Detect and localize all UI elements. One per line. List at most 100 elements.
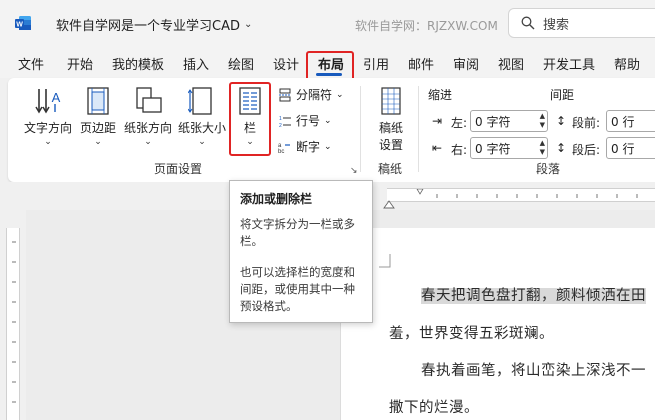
text-direction-button[interactable]: A 文字方向 ⌄ <box>20 86 76 147</box>
chevron-down-icon: ⌄ <box>198 137 206 147</box>
document-title[interactable]: 软件自学网是一个专业学习CAD ⌄ <box>56 15 252 34</box>
chevron-down-icon: ⌄ <box>243 19 253 30</box>
tab-developer[interactable]: 开发工具 <box>543 54 595 73</box>
manuscript-group-label: 稿纸 <box>378 162 403 176</box>
columns-button[interactable]: 栏 ⌄ <box>232 86 268 147</box>
spinner-arrows-icon[interactable]: ▲ ▼ <box>540 112 545 130</box>
orientation-button[interactable]: 纸张方向 ⌄ <box>120 86 176 147</box>
tab-home[interactable]: 开始 <box>67 54 93 73</box>
manuscript-icon <box>381 87 401 115</box>
text-direction-icon: A <box>35 89 61 114</box>
line-numbers-button[interactable]: 1 2 行号 ⌄ <box>278 112 332 129</box>
tab-mailings[interactable]: 邮件 <box>408 54 434 73</box>
paragraph-line[interactable]: 羞，世界变得五彩斑斓。 <box>389 322 554 343</box>
indent-right-input[interactable]: 0 字符 ▲ ▼ <box>470 137 548 159</box>
search-placeholder: 搜索 <box>543 17 570 33</box>
indent-right-value: 0 字符 <box>475 141 511 156</box>
chevron-down-icon: ⌄ <box>324 141 332 152</box>
spacing-before-icon: ↕ <box>556 114 567 128</box>
size-button[interactable]: 纸张大小 ⌄ <box>174 86 230 147</box>
hyphenation-label: 断字 <box>296 140 321 154</box>
chevron-down-icon: ⌄ <box>324 115 332 126</box>
spacing-before-label: 段前: <box>572 116 601 130</box>
indent-right-icon: ⇤ <box>432 141 443 155</box>
columns-label: 栏 <box>243 121 256 135</box>
tab-my-templates[interactable]: 我的模板 <box>112 54 164 73</box>
paper-size-icon <box>188 87 212 115</box>
indent-left-label: 左: <box>451 116 468 130</box>
tooltip-spacer <box>240 250 362 264</box>
indent-left-input[interactable]: 0 字符 ▲ ▼ <box>470 110 548 132</box>
size-label: 纸张大小 <box>177 121 226 135</box>
word-icon[interactable]: W <box>14 14 32 32</box>
margins-icon <box>87 87 109 115</box>
tab-help[interactable]: 帮助 <box>614 54 640 73</box>
margins-label: 页边距 <box>79 121 116 135</box>
margins-button[interactable]: 页边距 ⌄ <box>76 86 120 147</box>
active-tab-indicator <box>316 73 342 76</box>
spacing-header: 间距 <box>550 88 575 102</box>
selected-text[interactable]: 春天把调色盘打翻，颜料倾洒在田 <box>421 288 646 304</box>
chevron-down-icon: ⌄ <box>336 89 344 100</box>
ruler-ticks-icon <box>12 241 16 403</box>
dialog-launcher-icon[interactable]: ↘ <box>350 166 358 176</box>
spacing-after-value: 0 行 <box>611 141 635 156</box>
group-divider <box>360 86 361 172</box>
search-input[interactable]: 搜索 <box>508 8 655 38</box>
spacing-before-value: 0 行 <box>611 114 635 129</box>
group-divider <box>418 86 419 172</box>
tab-review[interactable]: 审阅 <box>453 54 479 73</box>
indent-header: 缩进 <box>428 88 453 102</box>
tab-layout[interactable]: 布局 <box>318 54 344 73</box>
tab-view[interactable]: 视图 <box>498 54 524 73</box>
page-setup-group-label: 页面设置 <box>154 162 203 176</box>
tooltip-description: 将文字拆分为一栏或多栏。 <box>240 217 355 248</box>
svg-text:W: W <box>16 21 23 28</box>
svg-text:1: 1 <box>279 116 282 122</box>
spacing-before-input[interactable]: 0 行 <box>606 110 655 132</box>
tab-file[interactable]: 文件 <box>18 54 44 73</box>
vertical-ruler[interactable] <box>6 228 20 420</box>
title-bar: W 软件自学网是一个专业学习CAD ⌄ 软件自学网：RJZXW.COM 搜索 <box>0 0 655 46</box>
paragraph-line[interactable]: 撒下的烂漫。 <box>389 396 479 417</box>
document-page[interactable]: 春天把调色盘打翻，颜料倾洒在田 羞，世界变得五彩斑斓。 春执着画笔，将山峦染上深… <box>340 228 655 420</box>
breaks-button[interactable]: 分隔符 ⌄ <box>278 86 344 103</box>
text-direction-label: 文字方向 <box>23 121 72 135</box>
chevron-down-icon: ⌄ <box>246 137 254 147</box>
columns-tooltip: 添加或删除栏 将文字拆分为一栏或多栏。 也可以选择栏的宽度和间距，或使用其中一种… <box>229 180 373 323</box>
tab-design[interactable]: 设计 <box>273 54 299 73</box>
horizontal-ruler[interactable] <box>387 188 655 202</box>
spinner-arrows-icon[interactable]: ▲ ▼ <box>540 139 545 157</box>
tab-insert[interactable]: 插入 <box>183 54 209 73</box>
manuscript-label-line2: 设置 <box>378 138 403 152</box>
chevron-down-icon: ⌄ <box>44 137 52 147</box>
spacing-after-input[interactable]: 0 行 <box>606 137 655 159</box>
ruler-ticks-icon <box>416 188 638 198</box>
chevron-down-icon: ⌄ <box>144 137 152 147</box>
orientation-label: 纸张方向 <box>123 121 172 135</box>
tooltip-title: 添加或删除栏 <box>240 192 313 206</box>
chevron-down-icon: ⌄ <box>94 137 102 147</box>
page-break-icon <box>279 88 291 101</box>
line-numbers-label: 行号 <box>296 114 321 128</box>
breaks-label: 分隔符 <box>296 88 333 102</box>
spacing-after-label: 段后: <box>572 143 601 157</box>
tooltip-description-extra: 也可以选择栏的宽度和间距，或使用其中一种预设格式。 <box>240 265 355 313</box>
indent-marker-icon[interactable] <box>382 196 396 210</box>
spacing-after-icon: ↕ <box>556 141 567 155</box>
tab-references[interactable]: 引用 <box>363 54 389 73</box>
svg-text:bc: bc <box>278 149 284 154</box>
indent-right-label: 右: <box>451 143 468 157</box>
hyphenation-icon: a bc <box>278 143 290 154</box>
orientation-icon <box>136 87 162 113</box>
manuscript-settings-button[interactable]: 稿纸 设置 <box>368 86 414 153</box>
paragraph-line[interactable]: 春执着画笔，将山峦染上深浅不一 <box>389 359 646 380</box>
tab-draw[interactable]: 绘图 <box>228 54 254 73</box>
hyphenation-button[interactable]: a bc 断字 ⌄ <box>278 138 332 155</box>
manuscript-label-line1: 稿纸 <box>378 121 403 135</box>
indent-left-icon: ⇥ <box>432 114 443 128</box>
svg-text:2: 2 <box>279 123 282 128</box>
paragraph-group-label: 段落 <box>536 162 561 176</box>
document-title-text: 软件自学网是一个专业学习CAD <box>56 19 240 34</box>
paragraph-line[interactable]: 春天把调色盘打翻，颜料倾洒在田 <box>389 284 646 305</box>
